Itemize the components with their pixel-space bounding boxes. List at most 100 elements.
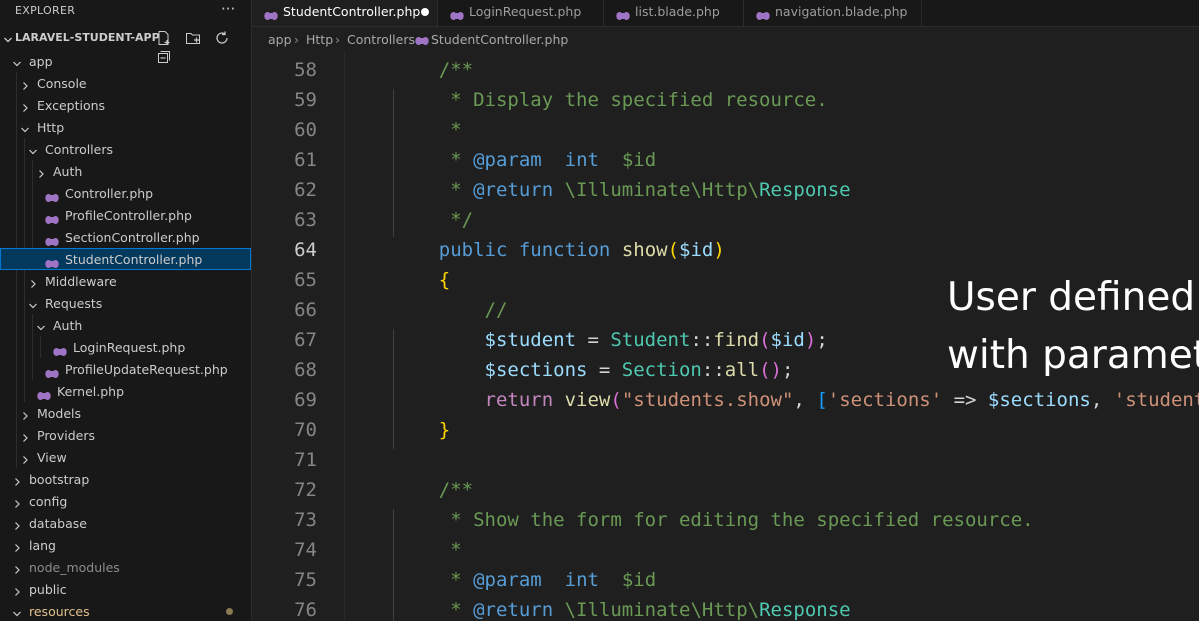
code-line[interactable]: /** — [393, 59, 473, 81]
line-number: 66 — [294, 299, 317, 321]
tree-folder[interactable]: Http — [0, 116, 251, 138]
code-line[interactable]: $student = Student::find($id); — [393, 329, 828, 351]
tree-folder[interactable]: resources — [0, 600, 251, 621]
tree-file[interactable]: ProfileController.php — [0, 204, 251, 226]
tree-file[interactable]: Controller.php — [0, 182, 251, 204]
tree-folder[interactable]: node_modules — [0, 556, 251, 578]
annotation-caption: User defined methods with parameters — [947, 269, 1199, 385]
tree-folder[interactable]: Controllers — [0, 138, 251, 160]
tree-file[interactable]: SectionController.php — [0, 226, 251, 248]
tree-file[interactable]: ProfileUpdateRequest.php — [0, 358, 251, 380]
php-icon — [264, 6, 278, 20]
chevron-down-icon — [3, 31, 13, 50]
breadcrumb-item[interactable]: Http — [306, 32, 333, 47]
tree-folder[interactable]: Providers — [0, 424, 251, 446]
tree-folder[interactable]: config — [0, 490, 251, 512]
code-token: * — [450, 149, 474, 171]
tree-folder[interactable]: lang — [0, 534, 251, 556]
project-name: LARAVEL-STUDENT-APP — [15, 31, 160, 44]
breadcrumb-item[interactable]: app — [268, 32, 292, 47]
new-file-icon[interactable] — [156, 30, 174, 48]
code-token: :: — [690, 329, 714, 351]
line-number: 74 — [294, 539, 317, 561]
line-number: 72 — [294, 479, 317, 501]
chevron-right-icon — [20, 407, 30, 420]
code-line[interactable]: } — [393, 419, 450, 441]
line-number: 65 — [294, 269, 317, 291]
tree-folder[interactable]: Auth — [0, 314, 251, 336]
code-line[interactable]: * Show the form for editing the specifie… — [393, 509, 1033, 531]
tree-folder[interactable]: bootstrap — [0, 468, 251, 490]
php-icon — [415, 34, 429, 49]
tree-folder[interactable]: Models — [0, 402, 251, 424]
code-line[interactable]: * @return \Illuminate\Http\Response — [393, 599, 850, 621]
tree-folder[interactable]: database — [0, 512, 251, 534]
indent-guide — [16, 182, 17, 204]
breadcrumb-item[interactable]: StudentController.php — [431, 32, 568, 47]
breadcrumb-item[interactable]: Controllers — [347, 32, 415, 47]
code-token: $id — [770, 329, 805, 351]
tree-folder[interactable]: Exceptions — [0, 94, 251, 116]
project-header[interactable]: LARAVEL-STUDENT-APP — [0, 28, 251, 63]
code-line[interactable]: * — [393, 119, 461, 141]
new-folder-icon[interactable] — [185, 30, 203, 48]
tree-folder[interactable]: Console — [0, 72, 251, 94]
tab-label: LoginRequest.php — [469, 4, 582, 19]
tree-file[interactable]: Kernel.php — [0, 380, 251, 402]
tree-item-label: Controllers — [45, 142, 113, 157]
code-token: view — [564, 389, 611, 411]
tree-item-label: public — [29, 582, 67, 597]
code-line[interactable]: { — [393, 269, 450, 291]
indent-guide — [16, 424, 17, 446]
tree-folder[interactable]: public — [0, 578, 251, 600]
tree-item-label: Auth — [53, 164, 83, 179]
code-line[interactable]: * Display the specified resource. — [393, 89, 828, 111]
tree-folder[interactable]: Auth — [0, 160, 251, 182]
indent-guide — [32, 336, 33, 358]
line-number: 70 — [294, 419, 317, 441]
code-line[interactable]: // — [393, 299, 508, 321]
code-line[interactable]: public function show($id) — [393, 239, 725, 261]
chevron-down-icon — [20, 121, 30, 133]
code-token: $sections — [484, 359, 588, 381]
code-line[interactable]: * @param int $id — [393, 149, 656, 171]
code-line[interactable]: * — [393, 539, 461, 561]
indent-guide — [24, 336, 25, 358]
tree-folder[interactable]: View — [0, 446, 251, 468]
tab-studentcontroller-php[interactable]: StudentController.php — [252, 0, 438, 26]
code-line[interactable]: */ — [393, 209, 473, 231]
code-line[interactable]: /** — [393, 479, 473, 501]
refresh-icon[interactable] — [214, 30, 232, 48]
code-line[interactable]: * @param int $id — [393, 569, 656, 591]
code-line[interactable]: $sections = Section::all(); — [393, 359, 794, 381]
unsaved-dot-icon[interactable] — [421, 8, 429, 16]
tree-file[interactable]: StudentController.php — [0, 248, 251, 270]
indent-guide — [40, 336, 41, 358]
code-editor[interactable]: 58 59 60 61 62 63 64 65 66 67 68 69 70 71 72 73 74 75 76 /… — [252, 51, 1199, 621]
tree-file[interactable]: LoginRequest.php — [0, 336, 251, 358]
breadcrumb: app›Http›Controllers›StudentController.p… — [252, 27, 1199, 51]
code-token: , — [793, 389, 817, 411]
tab-navigation-blade-php[interactable]: navigation.blade.php — [744, 0, 922, 26]
chevron-right-icon — [12, 495, 22, 508]
code-line[interactable]: * @return \Illuminate\Http\Response — [393, 179, 850, 201]
tab-loginrequest-php[interactable]: LoginRequest.php — [438, 0, 604, 26]
code-token: int — [564, 149, 599, 171]
tree-item-label: Kernel.php — [57, 384, 125, 399]
code-token: @param — [473, 569, 542, 591]
code-token: = — [587, 359, 622, 381]
tree-folder[interactable]: Middleware — [0, 270, 251, 292]
more-actions-icon[interactable]: ··· — [221, 0, 235, 18]
php-icon — [53, 342, 67, 356]
tree-folder[interactable]: app — [0, 50, 251, 72]
tree-folder[interactable]: Requests — [0, 292, 251, 314]
tab-list-blade-php[interactable]: list.blade.php — [604, 0, 744, 26]
code-line[interactable]: return view("students.show", ['sections'… — [393, 389, 1199, 411]
tree-item-label: StudentController.php — [65, 252, 203, 267]
